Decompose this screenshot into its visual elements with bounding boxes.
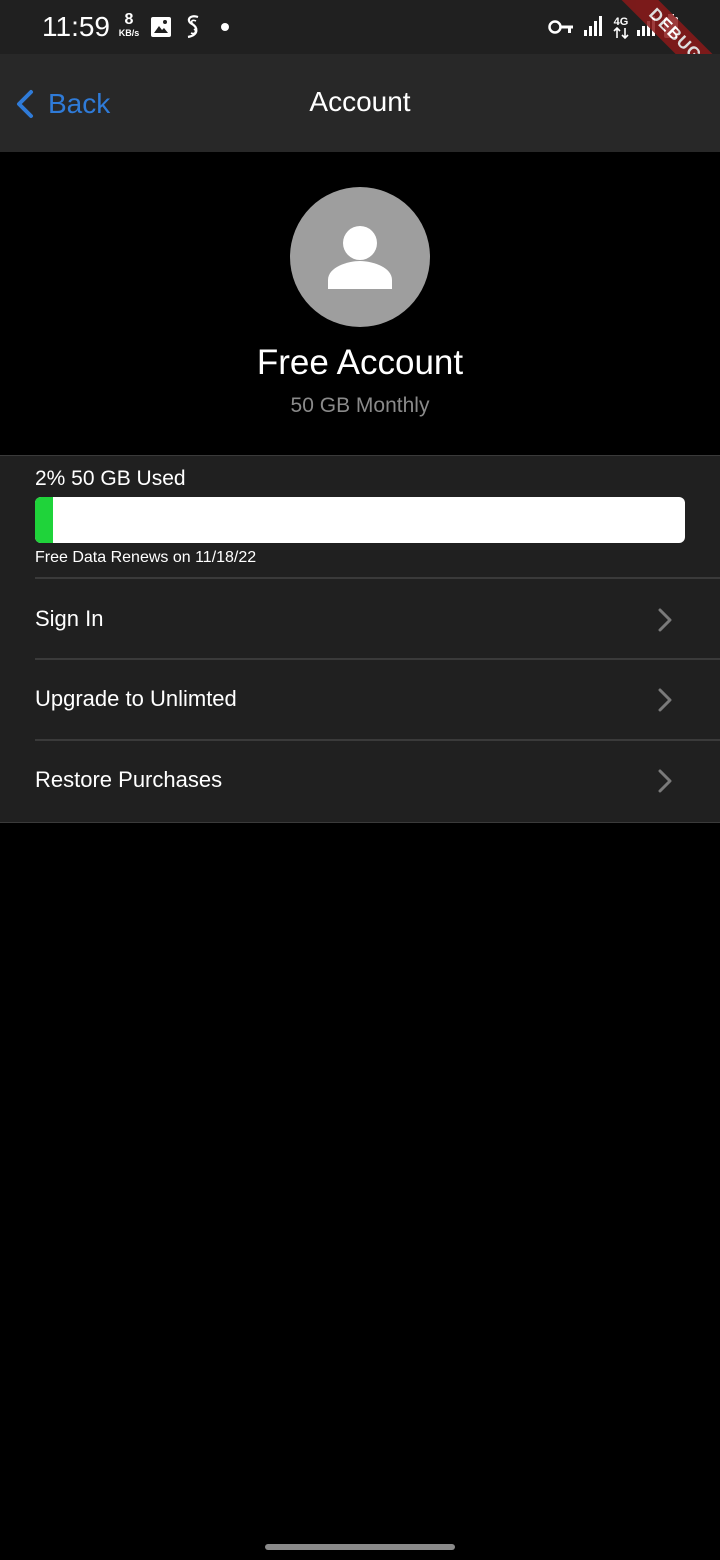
network-4g-icon: 4G bbox=[613, 16, 629, 40]
network-speed-value: 8 bbox=[124, 11, 134, 28]
chevron-right-icon bbox=[658, 688, 672, 712]
chevron-right-icon bbox=[658, 608, 672, 632]
upgrade-label: Upgrade to Unlimted bbox=[35, 686, 237, 711]
account-plan: 50 GB Monthly bbox=[290, 394, 430, 417]
renew-date-label: Free Data Renews on 11/18/22 bbox=[35, 549, 257, 566]
usage-progress-fill bbox=[35, 497, 54, 543]
restore-purchases-label: Restore Purchases bbox=[35, 767, 223, 792]
divider bbox=[35, 577, 720, 579]
person-icon bbox=[328, 226, 392, 289]
status-time: 11:59 bbox=[42, 11, 110, 42]
navigation-bar: Back Account bbox=[0, 54, 720, 152]
upgrade-row[interactable]: Upgrade to Unlimted bbox=[0, 660, 720, 738]
restore-purchases-row[interactable]: Restore Purchases bbox=[0, 741, 720, 819]
status-bar: 11:59 8 KB/s 4G DEBUG bbox=[0, 0, 720, 105]
network-type-label: 4G bbox=[614, 16, 629, 28]
app-s-icon bbox=[187, 15, 199, 39]
avatar bbox=[290, 187, 430, 327]
sign-in-label: Sign In bbox=[35, 606, 104, 631]
sign-in-row[interactable]: Sign In bbox=[0, 580, 720, 658]
network-speed: 8 KB/s bbox=[116, 12, 142, 38]
page-title: Account bbox=[309, 86, 411, 117]
chevron-right-icon bbox=[658, 769, 672, 793]
network-speed-unit: KB/s bbox=[118, 28, 140, 38]
signal-icon bbox=[584, 16, 602, 36]
vpn-key-icon bbox=[548, 20, 573, 34]
notification-dot-icon bbox=[221, 23, 229, 31]
account-card: 2% 50 GB Used Free Data Renews on 11/18/… bbox=[0, 455, 720, 823]
home-indicator[interactable] bbox=[265, 1544, 455, 1550]
gallery-icon bbox=[151, 17, 171, 37]
usage-label: 2% 50 GB Used bbox=[35, 467, 186, 490]
account-name: Free Account bbox=[256, 343, 464, 382]
usage-progress-bar bbox=[35, 497, 685, 543]
